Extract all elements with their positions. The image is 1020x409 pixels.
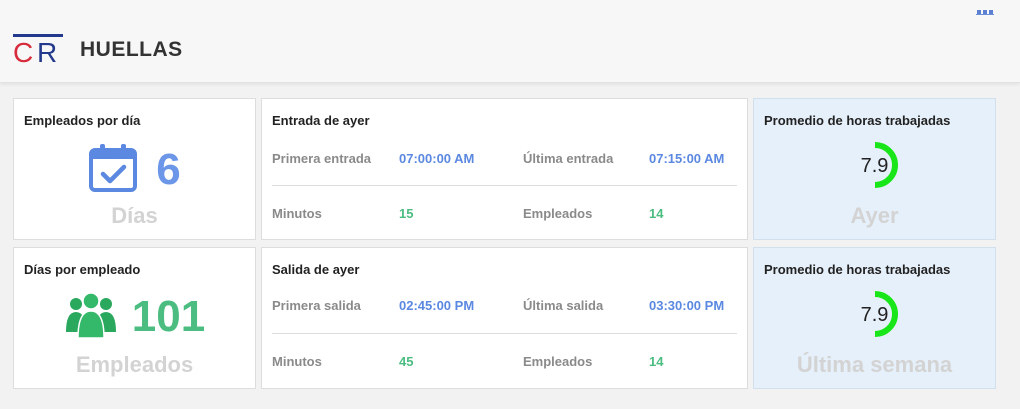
employees-label: Empleados (523, 354, 593, 369)
card-caption: Última semana (796, 352, 953, 377)
minutes-value: 45 (399, 354, 414, 369)
avg-hours-last-week-card: Promedio de horas trabajadas 7.9 Última … (753, 247, 996, 389)
card-title: Promedio de horas trabajadas (764, 113, 951, 128)
hours-gauge: 7.9 (754, 290, 995, 340)
calendar-check-icon (88, 143, 138, 198)
last-entry-value: 07:15:00 AM (649, 151, 725, 166)
card-title: Entrada de ayer (272, 113, 370, 128)
first-exit-label: Primera salida (272, 298, 361, 313)
days-per-employee-card: Días por empleado 101 Empleados (13, 247, 256, 389)
card-title: Empleados por día (24, 113, 141, 128)
minutes-label: Minutos (272, 354, 322, 369)
divider (272, 333, 737, 334)
first-entry-label: Primera entrada (272, 151, 371, 166)
card-title: Promedio de horas trabajadas (764, 262, 951, 277)
last-entry-label: Última entrada (523, 151, 614, 166)
employees-per-day-value: 6 (156, 145, 181, 194)
employees-per-day-card: Empleados por día 6 Días (13, 98, 256, 240)
days-per-employee-value: 101 (131, 292, 206, 341)
app-header: C R HUELLAS (0, 0, 1020, 83)
hours-gauge: 7.9 (754, 141, 995, 191)
users-group-icon (64, 290, 118, 345)
card-title: Salida de ayer (272, 262, 360, 277)
last-exit-label: Última salida (523, 298, 604, 313)
gauge-value: 7.9 (860, 155, 889, 177)
employees-label: Empleados (523, 206, 593, 221)
card-caption: Empleados (75, 352, 194, 377)
last-exit-value: 03:30:00 PM (649, 298, 725, 313)
entry-yesterday-card: Entrada de ayer Primera entrada 07:00:00… (261, 98, 748, 240)
card-caption: Ayer (850, 203, 899, 228)
card-title: Días por empleado (24, 262, 141, 277)
gauge-value: 7.9 (860, 304, 889, 326)
avg-hours-yesterday-card: Promedio de horas trabajadas 7.9 Ayer (753, 98, 996, 240)
app-logo: C R (13, 34, 65, 68)
divider (272, 185, 737, 186)
page-title: HUELLAS (80, 38, 183, 61)
minutes-value: 15 (399, 206, 414, 221)
exit-yesterday-card: Salida de ayer Primera salida 02:45:00 P… (261, 247, 748, 389)
first-entry-value: 07:00:00 AM (399, 151, 475, 166)
employees-value: 14 (649, 354, 664, 369)
minutes-label: Minutos (272, 206, 322, 221)
card-caption: Días (111, 203, 158, 228)
svg-text:R: R (37, 37, 57, 64)
first-exit-value: 02:45:00 PM (399, 298, 475, 313)
employees-value: 14 (649, 206, 664, 221)
svg-text:C: C (13, 37, 33, 64)
dots-icon[interactable] (976, 9, 994, 15)
